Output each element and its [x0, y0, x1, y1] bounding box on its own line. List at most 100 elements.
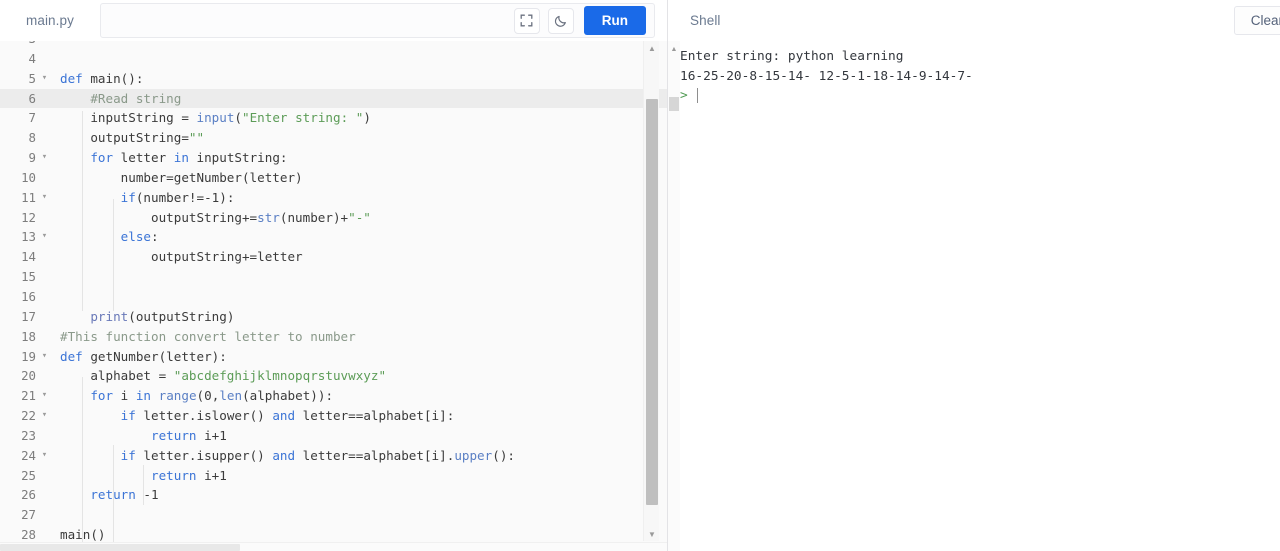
fold-spacer: [38, 168, 51, 188]
fold-spacer: [38, 466, 51, 486]
code-token: [60, 150, 90, 165]
code-line[interactable]: 17 print(outputString): [0, 307, 667, 327]
code-token: range: [159, 388, 197, 403]
code-line[interactable]: 24▾ if letter.isupper() and letter==alph…: [0, 446, 667, 466]
code-line[interactable]: 25 return i+1: [0, 466, 667, 486]
editor-hscrollbar-thumb[interactable]: [0, 544, 240, 551]
scroll-down-arrow-icon[interactable]: ▼: [644, 527, 660, 541]
fold-arrow-icon[interactable]: ▾: [38, 188, 51, 208]
code-line[interactable]: 7 inputString = input("Enter string: "): [0, 108, 667, 128]
fold-arrow-icon[interactable]: ▾: [38, 406, 51, 426]
code-line[interactable]: 27: [0, 505, 667, 525]
code-token: input: [196, 110, 234, 125]
code-token: inputString =: [60, 110, 196, 125]
code-token: getNumber(letter):: [90, 349, 226, 364]
text-cursor: [697, 88, 698, 103]
code-line[interactable]: 15: [0, 267, 667, 287]
code-token: #This function convert letter to number: [60, 329, 356, 344]
code-line[interactable]: 11▾ if(number!=-1):: [0, 188, 667, 208]
code-line[interactable]: 23 return i+1: [0, 426, 667, 446]
code-token: (outputString): [128, 309, 234, 324]
code-token: return: [151, 468, 197, 483]
fullscreen-icon: [520, 14, 533, 27]
fullscreen-button[interactable]: [514, 8, 540, 34]
code-token: [60, 487, 90, 502]
code-line[interactable]: 4: [0, 49, 667, 69]
fold-spacer: [38, 49, 51, 69]
fold-arrow-icon[interactable]: ▾: [38, 347, 51, 367]
line-number: 18: [0, 327, 38, 347]
code-token: return: [90, 487, 136, 502]
code-text: #This function convert letter to number: [51, 327, 356, 347]
code-text: return -1: [51, 485, 159, 505]
code-line[interactable]: 16: [0, 287, 667, 307]
fold-arrow-icon[interactable]: ▾: [38, 148, 51, 168]
code-token: in: [174, 150, 189, 165]
dark-mode-button[interactable]: [548, 8, 574, 34]
editor-scrollbar-thumb[interactable]: [646, 99, 658, 505]
shell-vertical-scrollbar[interactable]: ▲: [668, 41, 680, 551]
code-line[interactable]: 14 outputString+=letter: [0, 247, 667, 267]
code-line[interactable]: 9▾ for letter in inputString:: [0, 148, 667, 168]
code-line[interactable]: 6 #Read string: [0, 89, 667, 109]
code-token: letter.islower(): [136, 408, 272, 423]
fold-arrow-icon[interactable]: ▾: [38, 227, 51, 247]
fold-arrow-icon[interactable]: ▾: [38, 446, 51, 466]
code-line[interactable]: 18 #This function convert letter to numbe…: [0, 327, 667, 347]
shell-scroll-up-arrow-icon[interactable]: ▲: [668, 43, 680, 55]
code-token: "": [189, 130, 204, 145]
line-number: 7: [0, 108, 38, 128]
ide-root: main.py Run: [0, 0, 1280, 551]
run-button[interactable]: Run: [584, 6, 646, 35]
line-number: 6: [0, 89, 38, 109]
code-line[interactable]: 22▾ if letter.islower() and letter==alph…: [0, 406, 667, 426]
editor-vertical-scrollbar[interactable]: ▲ ▼: [643, 41, 659, 541]
clear-button[interactable]: Clear: [1234, 6, 1280, 35]
line-number: 16: [0, 287, 38, 307]
fold-arrow-icon[interactable]: ▾: [38, 386, 51, 406]
code-text: else:: [51, 227, 159, 247]
code-line[interactable]: 5▾def main():: [0, 69, 667, 89]
fold-arrow-icon[interactable]: ▾: [38, 69, 51, 89]
code-token: for: [90, 388, 113, 403]
code-token: if: [121, 190, 136, 205]
shell-console[interactable]: Enter string: python learning16-25-20-8-…: [668, 41, 1280, 551]
editor-toolbar-bar: Run: [100, 3, 655, 38]
code-token: print: [90, 309, 128, 324]
shell-scrollbar-thumb[interactable]: [669, 97, 679, 111]
line-number: 9: [0, 148, 38, 168]
file-tab-main-py[interactable]: main.py: [0, 0, 100, 41]
fold-spacer: [38, 485, 51, 505]
code-token: [60, 229, 121, 244]
shell-prompt-line[interactable]: >: [680, 86, 1280, 106]
code-line[interactable]: 21▾ for i in range(0,len(alphabet)):: [0, 386, 667, 406]
code-line[interactable]: 13▾ else:: [0, 227, 667, 247]
code-line[interactable]: 20 alphabet = "abcdefghijklmnopqrstuvwxy…: [0, 366, 667, 386]
code-token: (alphabet)):: [242, 388, 333, 403]
code-token: "-": [348, 210, 371, 225]
code-token: 1: [219, 428, 227, 443]
code-line[interactable]: 12 outputString+=str(number)+"-": [0, 208, 667, 228]
code-editor[interactable]: 345▾def main():6 #Read string7 inputStri…: [0, 41, 667, 551]
code-text: if letter.islower() and letter==alphabet…: [51, 406, 454, 426]
code-token: [60, 309, 90, 324]
code-token: [60, 428, 151, 443]
code-token: alphabet =: [60, 368, 174, 383]
code-token: in: [136, 388, 151, 403]
code-line[interactable]: 8 outputString="": [0, 128, 667, 148]
editor-horizontal-scrollbar[interactable]: [0, 542, 667, 551]
code-token: ):: [219, 190, 234, 205]
code-token: (number!=-: [136, 190, 212, 205]
code-token: (: [234, 110, 242, 125]
code-line[interactable]: 10 number=getNumber(letter): [0, 168, 667, 188]
fold-spacer: [38, 41, 51, 49]
code-line[interactable]: 3: [0, 41, 667, 49]
line-number: 8: [0, 128, 38, 148]
code-line[interactable]: 19▾def getNumber(letter):: [0, 347, 667, 367]
scroll-up-arrow-icon[interactable]: ▲: [644, 41, 660, 55]
code-line[interactable]: 26 return -1: [0, 485, 667, 505]
shell-output-line: 16-25-20-8-15-14- 12-5-1-18-14-9-14-7-: [680, 67, 1280, 87]
fold-spacer: [38, 505, 51, 525]
shell-header: Shell Clear: [668, 0, 1280, 41]
code-token: 1: [151, 487, 159, 502]
